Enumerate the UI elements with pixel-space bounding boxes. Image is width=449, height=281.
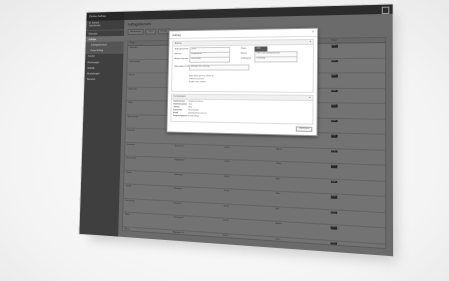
modal-header: Auftrag × — [169, 28, 318, 39]
user-role: Administrator — [88, 25, 101, 28]
chevron-up-icon: ▴ — [309, 96, 311, 100]
field-label: Auftragsnummer — [174, 48, 189, 51]
section-title: Kundendaten — [173, 95, 186, 98]
chevron-up-icon: ▴ — [309, 40, 311, 44]
beschreibung-field[interactable]: Montage und Lieferung — [189, 64, 250, 71]
order-section: Auftrag ▴ Auftragsnummer 10-66 Adresse H… — [171, 38, 315, 93]
field-label: Ansprechpartner — [174, 57, 189, 60]
ansprechpartner-field[interactable]: Klaus Keller — [189, 57, 231, 63]
order-modal: Auftrag × Auftrag ▴ Auftragsnummer 10-66… — [166, 27, 319, 137]
detail-label: Kundennummer — [173, 103, 187, 106]
modal-title: Auftrag — [172, 32, 181, 37]
detail-label: Ansprechpartner — [173, 115, 188, 118]
field-label: Status — [240, 47, 247, 50]
section-title: Auftrag — [174, 42, 182, 45]
field-label: Adresse — [174, 53, 182, 56]
detail-value: info@gasthof-sonne.ch — [188, 112, 207, 115]
user-info: M. Schmidt Administrator — [86, 20, 125, 32]
field-label: Zahlungsart — [240, 57, 252, 60]
detail-value: Gasthof zur Sonne — [188, 100, 204, 103]
detail-label: Telefon — [173, 106, 180, 109]
order-fields: Auftragsnummer 10-66 Adresse Hauptstrass… — [172, 45, 313, 92]
detail-value: Firmenkunde — [188, 109, 199, 112]
sidebar: Zürcher Auftrag M. Schmidt Administrator… — [79, 11, 125, 237]
detail-label: Kundenart — [173, 109, 183, 112]
detail-label: Email — [173, 112, 178, 115]
sidebar-item-benutzer[interactable]: Benutzer — [84, 77, 122, 83]
zahlungsart-field[interactable]: Rechnung — [254, 56, 298, 63]
customer-details: Kundenname Gasthof zur Sonne Kundennumme… — [171, 99, 312, 123]
close-icon[interactable]: × — [312, 30, 314, 34]
background: Zürcher Auftrag M. Schmidt Administrator… — [0, 0, 449, 281]
detail-value: 10-1 — [188, 103, 192, 106]
notes-textarea[interactable]: Materialliste gemäss Offerte 10 Lieferfr… — [189, 75, 214, 83]
detail-value: Familie Meyer — [188, 115, 200, 118]
detail-value: Nein — [188, 106, 192, 109]
customer-section: Kundendaten ▴ Kundenname Gasthof zur Son… — [170, 93, 314, 125]
close-button[interactable]: Schliessen — [296, 126, 313, 132]
app-window: Zürcher Auftrag M. Schmidt Administrator… — [78, 3, 395, 258]
note-line: Kunde vorher anrufen — [188, 80, 207, 83]
detail-label: Kundenname — [173, 100, 185, 103]
field-label: Betrag — [240, 52, 247, 55]
